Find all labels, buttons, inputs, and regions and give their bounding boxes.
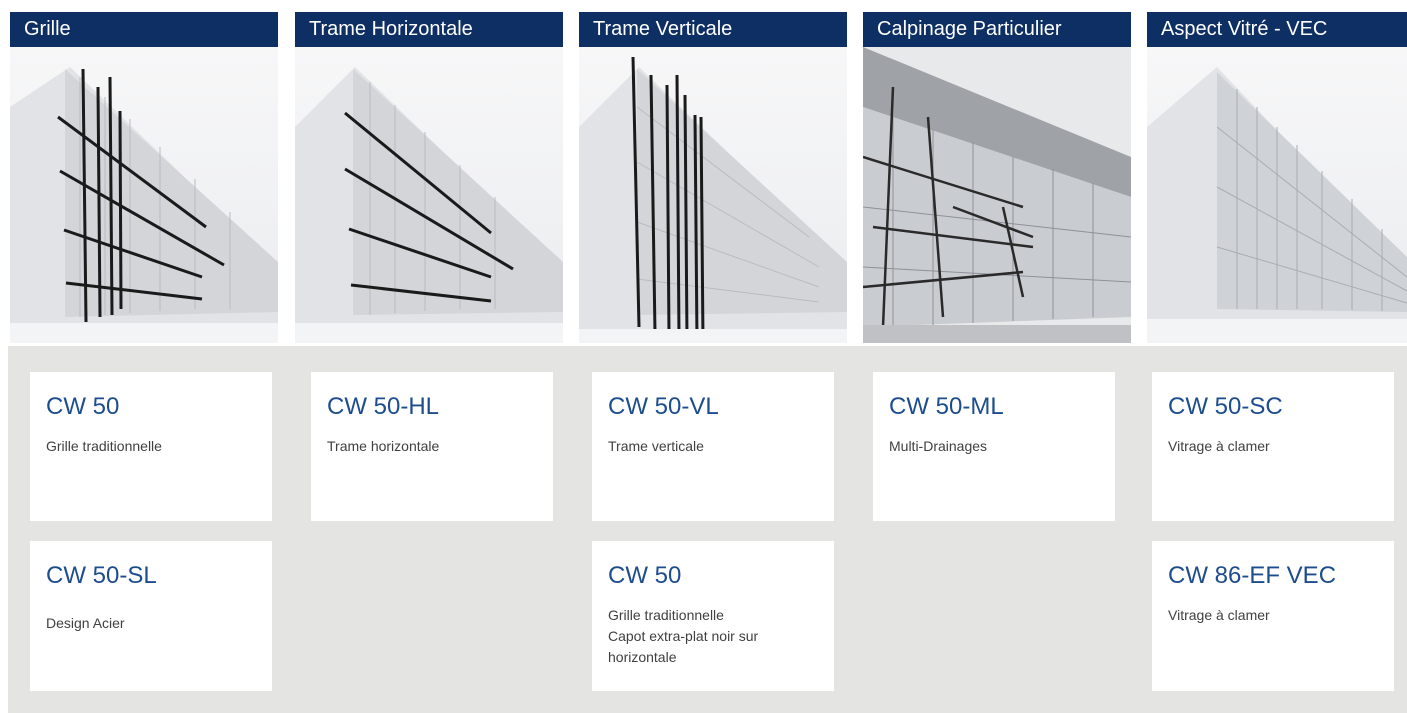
column-header-label: Trame Verticale [593, 18, 733, 40]
column-header-grille: Grille [10, 12, 278, 47]
column-header-label: Aspect Vitré - VEC [1161, 18, 1328, 40]
product-card-cw86-ef-vec[interactable]: CW 86-EF VEC Vitrage à clamer [1152, 541, 1394, 691]
image-trame-verticale-facade [579, 47, 847, 343]
product-card-cw50-sl[interactable]: CW 50-SL Design Acier [30, 541, 272, 691]
product-description: Design Acier [46, 615, 125, 631]
product-description: Grille traditionnelle [46, 438, 162, 454]
product-description: Vitrage à clamer [1168, 438, 1270, 454]
column-header-label: Trame Horizontale [309, 18, 473, 40]
column-header-label: Calpinage Particulier [877, 18, 1062, 40]
product-description: Trame verticale [608, 438, 704, 454]
product-card-cw50-extra-plat[interactable]: CW 50 Grille traditionnelle Capot extra-… [592, 541, 834, 691]
product-card-cw50-ml[interactable]: CW 50-ML Multi-Drainages [873, 372, 1115, 521]
column-header-trame-horizontale: Trame Horizontale [295, 12, 563, 47]
product-description: Grille traditionnelle Capot extra-plat n… [608, 607, 759, 665]
product-card-cw50[interactable]: CW 50 Grille traditionnelle [30, 372, 272, 521]
image-trame-horizontale-facade [295, 47, 563, 343]
image-calpinage-particulier-building [863, 47, 1131, 343]
product-card-cw50-sc[interactable]: CW 50-SC Vitrage à clamer [1152, 372, 1394, 521]
column-header-trame-verticale: Trame Verticale [579, 12, 847, 47]
product-name: CW 50-VL [608, 393, 719, 420]
product-card-cw50-vl[interactable]: CW 50-VL Trame verticale [592, 372, 834, 521]
product-name: CW 50-HL [327, 393, 440, 420]
product-description: Vitrage à clamer [1168, 607, 1270, 623]
product-description: Multi-Drainages [889, 438, 988, 454]
product-name: CW 50-ML [889, 393, 1004, 420]
image-grille-facade [10, 47, 278, 343]
product-description: Trame horizontale [327, 438, 440, 454]
product-name: CW 86-EF VEC [1168, 562, 1337, 589]
column-header-aspect-vitre: Aspect Vitré - VEC [1147, 12, 1407, 47]
product-name: CW 50-SL [46, 562, 157, 589]
column-header-label: Grille [24, 18, 71, 40]
column-header-calpinage-particulier: Calpinage Particulier [863, 12, 1131, 47]
product-name: CW 50-SC [1168, 393, 1283, 420]
product-name: CW 50 [608, 562, 682, 589]
image-aspect-vitre-facade [1147, 47, 1407, 343]
product-card-cw50-hl[interactable]: CW 50-HL Trame horizontale [311, 372, 553, 521]
product-name: CW 50 [46, 393, 120, 420]
